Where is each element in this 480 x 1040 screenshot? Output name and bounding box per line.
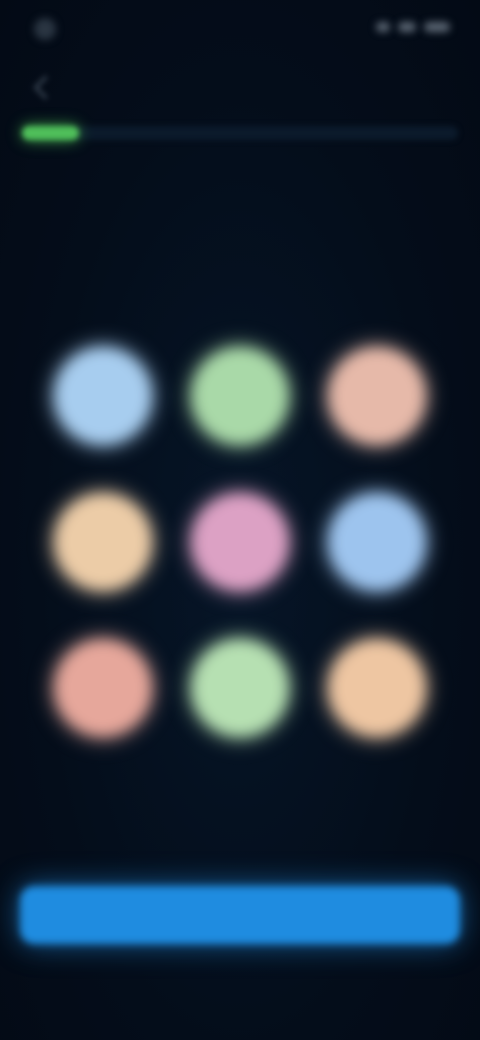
chevron-left-icon xyxy=(32,74,58,100)
battery-icon xyxy=(424,22,450,32)
color-choice-7[interactable] xyxy=(54,640,151,736)
color-choice-6[interactable] xyxy=(329,494,426,590)
status-icons xyxy=(376,22,450,32)
notification-icon xyxy=(34,18,56,40)
status-bar xyxy=(0,0,480,56)
color-choice-8[interactable] xyxy=(191,640,288,736)
progress-fill xyxy=(22,126,79,140)
color-choice-4[interactable] xyxy=(54,494,151,590)
color-choice-1[interactable] xyxy=(54,348,151,444)
wifi-icon xyxy=(398,22,416,32)
color-choice-grid xyxy=(34,348,446,736)
continue-button[interactable] xyxy=(20,886,460,944)
color-choice-5[interactable] xyxy=(191,494,288,590)
color-choice-2[interactable] xyxy=(191,348,288,444)
screen xyxy=(0,0,480,1040)
back-button[interactable] xyxy=(28,70,62,104)
progress-bar xyxy=(22,126,458,140)
signal-icon xyxy=(376,22,390,32)
color-choice-9[interactable] xyxy=(329,640,426,736)
color-choice-3[interactable] xyxy=(329,348,426,444)
status-left xyxy=(34,18,66,40)
